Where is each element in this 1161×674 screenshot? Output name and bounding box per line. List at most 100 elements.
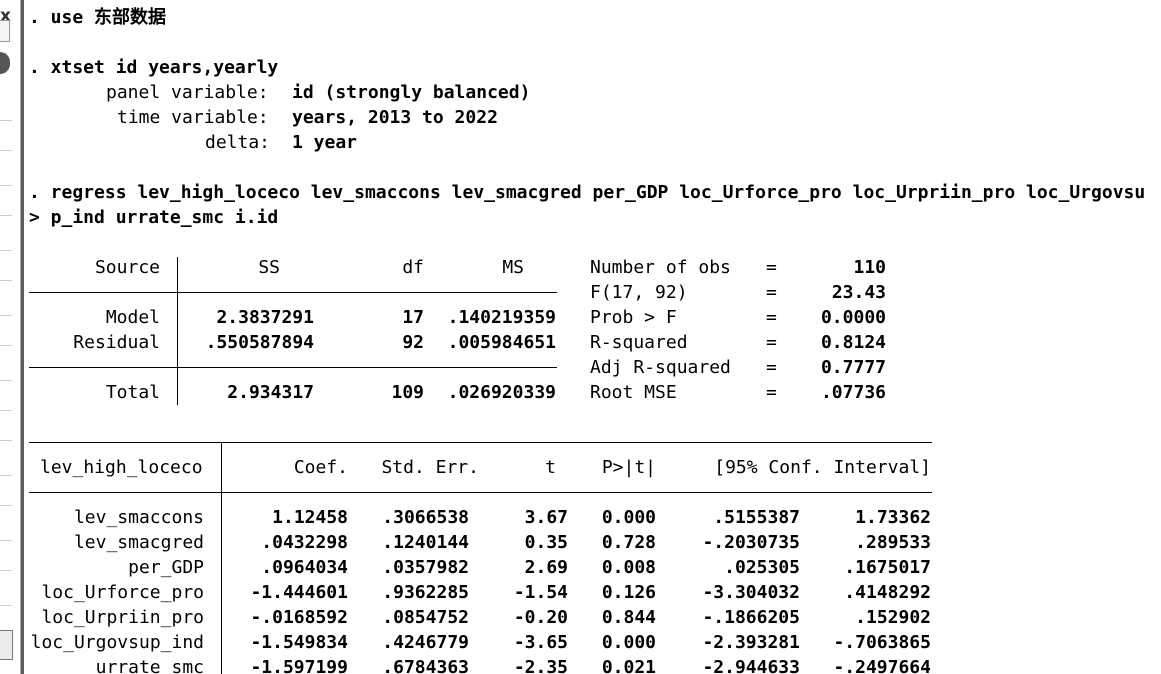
divider bbox=[0, 570, 12, 571]
coef-value: -1.549834 bbox=[250, 632, 348, 653]
anova-header-ss: SS bbox=[258, 257, 280, 278]
stat-label: Number of obs bbox=[590, 257, 731, 278]
panel-tab[interactable] bbox=[0, 20, 10, 42]
divider bbox=[0, 440, 12, 441]
divider bbox=[0, 150, 12, 151]
coef-header-coef: Coef. bbox=[293, 457, 348, 478]
left-panel-strip: x bbox=[0, 0, 21, 674]
coef-var: loc_Urgovsup_ind bbox=[30, 632, 204, 653]
coef-header-rule bbox=[29, 492, 932, 493]
anova-header-source: Source bbox=[94, 257, 160, 278]
stat-eq: = bbox=[766, 382, 777, 403]
coef-t: -3.65 bbox=[513, 632, 568, 653]
coef-value: -1.444601 bbox=[250, 582, 348, 603]
stat-value: 23.43 bbox=[831, 282, 886, 303]
anova-df: 109 bbox=[391, 382, 424, 403]
divider bbox=[0, 215, 12, 216]
coef-header-t: t bbox=[545, 457, 556, 478]
coef-ci-hi: .289533 bbox=[855, 532, 931, 553]
coef-t: 2.69 bbox=[524, 557, 568, 578]
coef-p: 0.008 bbox=[601, 557, 656, 578]
coef-p: 0.844 bbox=[601, 607, 656, 628]
coef-ci-hi: .1675017 bbox=[844, 557, 931, 578]
coef-se: .6784363 bbox=[382, 657, 469, 674]
stat-eq: = bbox=[766, 282, 777, 303]
stat-eq: = bbox=[766, 307, 777, 328]
coef-var: lev_smaccons bbox=[73, 507, 204, 528]
radio-button-icon[interactable] bbox=[0, 52, 10, 74]
dependent-variable: lev_high_loceco bbox=[40, 457, 203, 478]
divider bbox=[0, 380, 12, 381]
coef-t: -1.54 bbox=[513, 582, 568, 603]
coef-var: lev_smacgred bbox=[73, 532, 204, 553]
anova-ms: .005984651 bbox=[447, 332, 556, 353]
time-variable-label: time variable: bbox=[117, 107, 269, 128]
delta-label: delta: bbox=[205, 132, 271, 153]
coef-p: 0.021 bbox=[601, 657, 656, 674]
stat-value: 0.7777 bbox=[820, 357, 886, 378]
coef-se: .4246779 bbox=[382, 632, 469, 653]
coef-value: .0432298 bbox=[261, 532, 348, 553]
anova-ss: .550587894 bbox=[205, 332, 314, 353]
coef-value: -.0168592 bbox=[250, 607, 348, 628]
coef-top-rule bbox=[29, 442, 932, 443]
stat-label: F(17, 92) bbox=[590, 282, 688, 303]
command-use: . use 东部数据 bbox=[29, 7, 167, 28]
coef-t: -0.20 bbox=[513, 607, 568, 628]
panel-variable-value: id (strongly balanced) bbox=[292, 82, 531, 103]
anova-ms: .140219359 bbox=[447, 307, 556, 328]
command-xtset: . xtset id years,yearly bbox=[29, 57, 279, 78]
coef-ci-lo: -3.304032 bbox=[702, 582, 800, 603]
panel-variable-label: panel variable: bbox=[106, 82, 269, 103]
stat-value: 0.0000 bbox=[820, 307, 886, 328]
anova-ms: .026920339 bbox=[447, 382, 556, 403]
coef-t: 3.67 bbox=[524, 507, 568, 528]
anova-vertical-rule bbox=[177, 257, 178, 405]
stat-label: Prob > F bbox=[590, 307, 677, 328]
coef-ci-hi: -.2497664 bbox=[833, 657, 931, 674]
coef-var: per_GDP bbox=[128, 557, 204, 578]
anova-df: 17 bbox=[402, 307, 424, 328]
coef-var: loc_Urpriin_pro bbox=[41, 607, 204, 628]
coef-value: -1.597199 bbox=[250, 657, 348, 674]
anova-header-ms: MS bbox=[502, 257, 524, 278]
divider bbox=[0, 280, 12, 281]
coef-value: 1.12458 bbox=[272, 507, 348, 528]
coef-ci-lo: .025305 bbox=[724, 557, 800, 578]
divider bbox=[0, 475, 12, 476]
coef-p: 0.000 bbox=[601, 507, 656, 528]
coef-header-stderr: Std. Err. bbox=[381, 457, 479, 478]
anova-header-df: df bbox=[402, 257, 424, 278]
anova-ss: 2.934317 bbox=[227, 382, 314, 403]
coef-p: 0.000 bbox=[601, 632, 656, 653]
coef-se: .9362285 bbox=[382, 582, 469, 603]
time-variable-value: years, 2013 to 2022 bbox=[292, 107, 498, 128]
coef-ci-hi: -.7063865 bbox=[833, 632, 931, 653]
anova-df: 92 bbox=[402, 332, 424, 353]
divider bbox=[0, 505, 12, 506]
coef-se: .1240144 bbox=[382, 532, 469, 553]
coef-ci-lo: -.1866205 bbox=[702, 607, 800, 628]
divider bbox=[0, 315, 12, 316]
stat-value: 0.8124 bbox=[820, 332, 886, 353]
coef-value: .0964034 bbox=[261, 557, 348, 578]
coef-p: 0.126 bbox=[601, 582, 656, 603]
divider bbox=[0, 605, 12, 606]
coef-header-p: P>|t| bbox=[601, 457, 656, 478]
coef-ci-lo: -2.944633 bbox=[702, 657, 800, 674]
coef-se: .0854752 bbox=[382, 607, 469, 628]
stat-value: .07736 bbox=[820, 382, 886, 403]
results-window[interactable]: . use 东部数据 . xtset id years,yearly panel… bbox=[21, 0, 1161, 674]
coef-se: .3066538 bbox=[382, 507, 469, 528]
coef-ci-hi: .152902 bbox=[855, 607, 931, 628]
divider bbox=[0, 410, 12, 411]
command-regress: . regress lev_high_loceco lev_smaccons l… bbox=[29, 182, 1146, 203]
panel-button[interactable] bbox=[0, 630, 13, 660]
coef-ci-hi: .4148292 bbox=[844, 582, 931, 603]
stat-eq: = bbox=[766, 257, 777, 278]
stat-label: R-squared bbox=[590, 332, 688, 353]
coef-t: 0.35 bbox=[524, 532, 568, 553]
coef-var: urrate_smc bbox=[95, 657, 204, 674]
anova-source: Total bbox=[105, 382, 160, 403]
coef-header-ci: [95% Conf. Interval] bbox=[714, 457, 931, 478]
